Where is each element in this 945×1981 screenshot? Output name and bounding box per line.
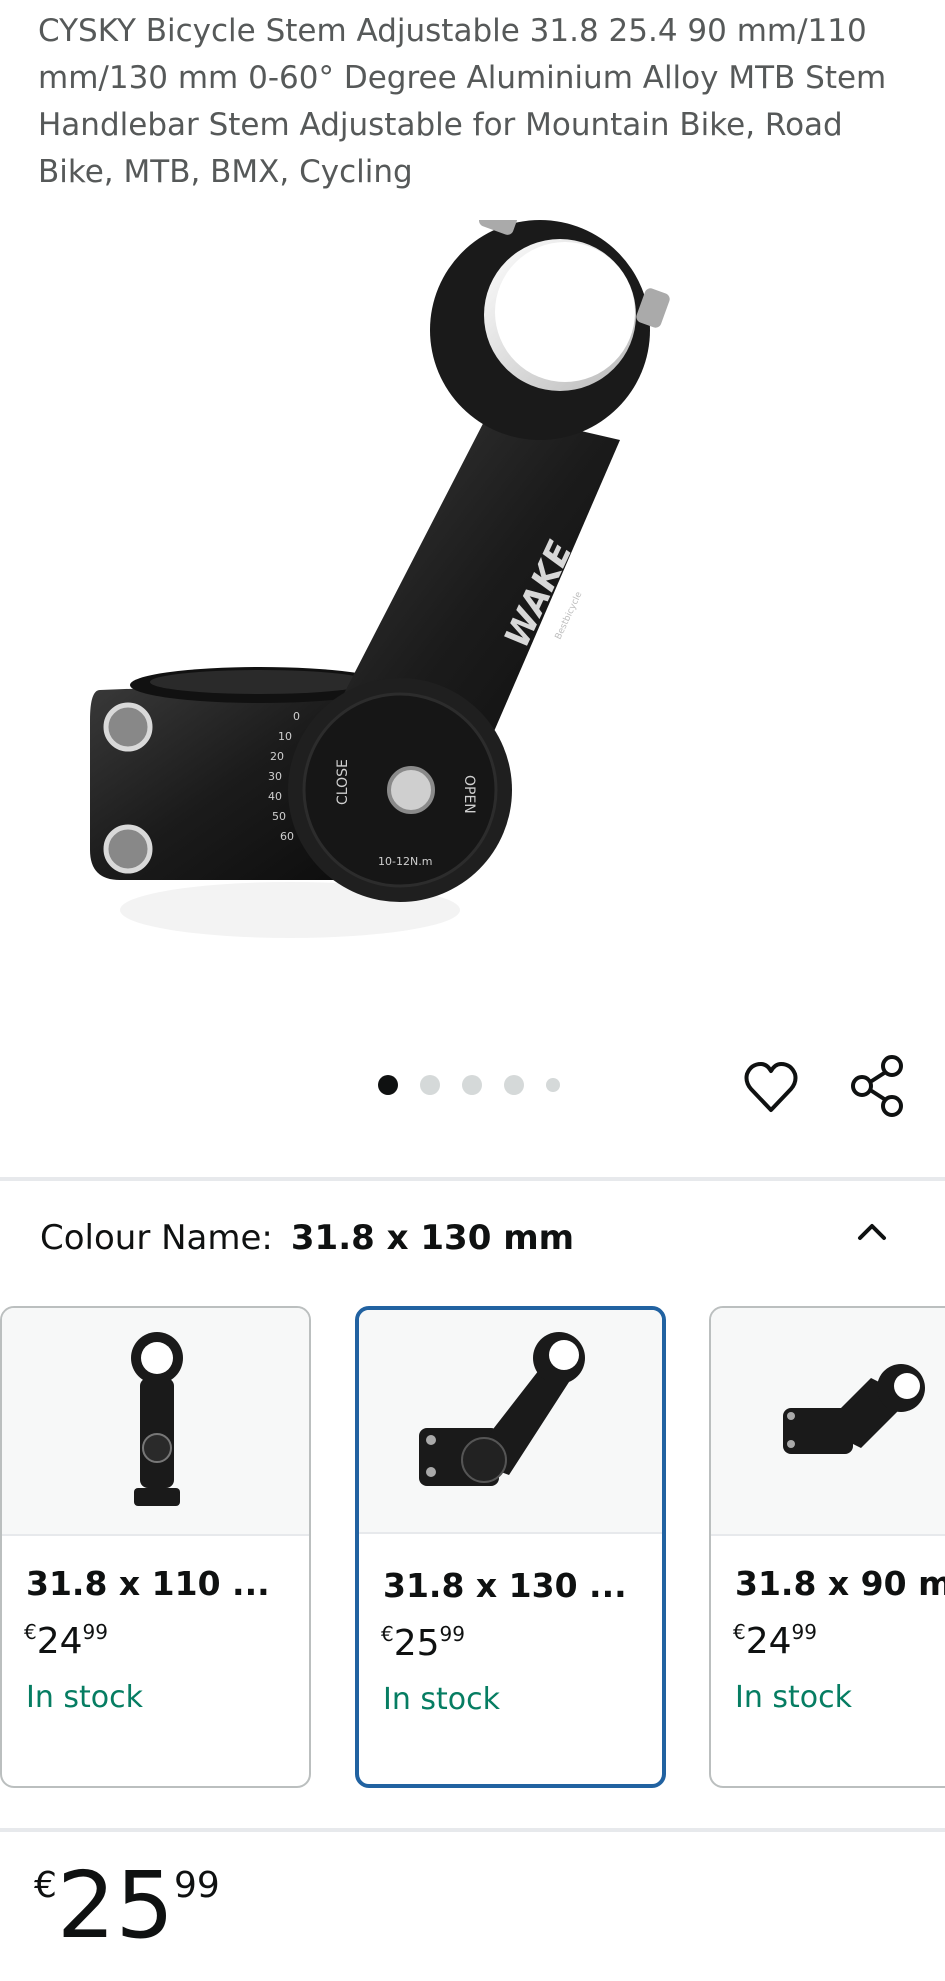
variation-thumbnail	[359, 1310, 662, 1534]
angle-tick-10: 10	[278, 730, 292, 743]
variation-option-name: 31.8 x 90 m	[735, 1564, 945, 1603]
heart-icon	[744, 1062, 798, 1112]
variation-thumbnail	[2, 1308, 309, 1536]
price-whole: 25	[56, 1852, 174, 1959]
variation-option-card[interactable]: 31.8 x 90 m €2499 In stock	[709, 1306, 945, 1788]
section-divider	[0, 1177, 945, 1181]
variation-option-card-selected[interactable]: 31.8 x 130 ... €2599 In stock	[355, 1306, 666, 1788]
product-image[interactable]: CLOSE OPEN 10-12N.m WAKE Bestbicycle 0 1…	[60, 201, 880, 990]
stem-open-label: OPEN	[461, 775, 477, 814]
variation-label: Colour Name:	[40, 1218, 273, 1258]
availability-status: In stock	[735, 1680, 853, 1715]
variation-option-name: 31.8 x 130 ...	[383, 1566, 627, 1605]
carousel-indicator	[378, 1074, 560, 1096]
wishlist-button[interactable]	[743, 1060, 799, 1116]
variation-selected-value: 31.8 x 130 mm	[290, 1218, 575, 1258]
price-fraction: 99	[173, 1865, 220, 1906]
variation-option-name: 31.8 x 110 ...	[26, 1564, 270, 1603]
share-button[interactable]	[848, 1054, 908, 1118]
angle-tick-30: 30	[268, 770, 282, 783]
angle-tick-20: 20	[270, 750, 284, 763]
carousel-dot-3[interactable]	[462, 1075, 482, 1095]
variation-option-card[interactable]: 31.8 x 110 ... €2499 In stock	[0, 1306, 311, 1788]
product-price: €2599	[34, 1860, 220, 1952]
stem-close-label: CLOSE	[335, 759, 351, 805]
availability-status: In stock	[26, 1680, 144, 1715]
price-fraction: 99	[439, 1622, 465, 1646]
availability-status: In stock	[383, 1682, 501, 1717]
variation-header: Colour Name: 31.8 x 130 mm	[40, 1218, 574, 1258]
carousel-dot-5[interactable]	[546, 1078, 560, 1092]
chevron-up-icon	[858, 1224, 886, 1240]
price-whole: 25	[393, 1623, 440, 1664]
stem-torque-label: 10-12N.m	[378, 855, 432, 868]
price-fraction: 99	[791, 1620, 817, 1644]
price-whole: 24	[36, 1621, 83, 1662]
price-fraction: 99	[82, 1620, 108, 1644]
price-currency: €	[381, 1622, 394, 1646]
price-currency: €	[24, 1620, 37, 1644]
angle-tick-0: 0	[293, 710, 300, 723]
price-currency: €	[733, 1620, 746, 1644]
section-divider	[0, 1828, 945, 1832]
carousel-dot-1[interactable]	[378, 1075, 398, 1095]
carousel-dot-4[interactable]	[504, 1075, 524, 1095]
angle-tick-60: 60	[280, 830, 294, 843]
angle-tick-40: 40	[268, 790, 282, 803]
share-icon	[851, 1055, 903, 1117]
variation-option-price: €2599	[381, 1622, 465, 1664]
variation-option-price: €2499	[24, 1620, 108, 1662]
variation-thumbnail	[711, 1308, 945, 1536]
variation-option-price: €2499	[733, 1620, 817, 1662]
angle-tick-50: 50	[272, 810, 286, 823]
carousel-dot-2[interactable]	[420, 1075, 440, 1095]
price-whole: 24	[745, 1621, 792, 1662]
product-title: CYSKY Bicycle Stem Adjustable 31.8 25.4 …	[38, 13, 887, 190]
variation-collapse-button[interactable]	[852, 1212, 892, 1252]
price-currency: €	[34, 1865, 57, 1906]
